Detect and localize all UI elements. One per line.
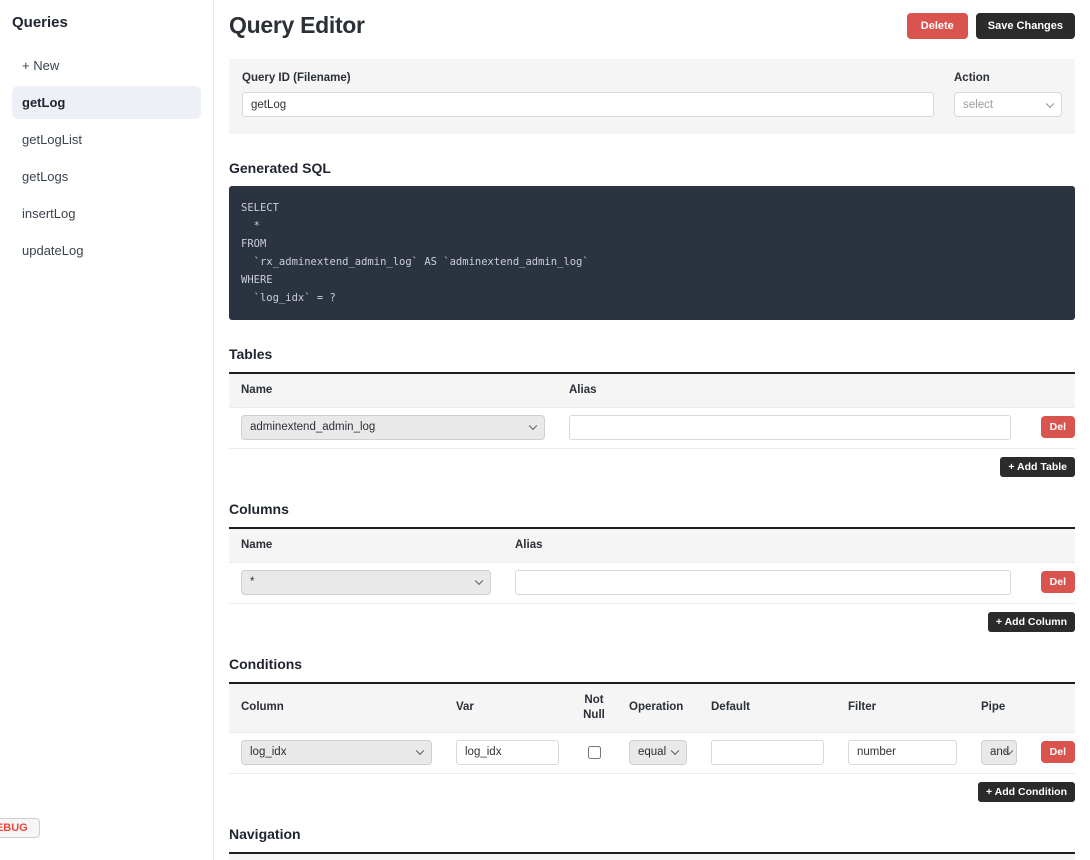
add-table-button[interactable]: + Add Table xyxy=(1000,456,1075,477)
sql-line: FROM xyxy=(241,238,267,250)
condition-operation-select[interactable]: equal xyxy=(629,739,687,765)
condition-var-input[interactable] xyxy=(456,739,559,765)
sidebar-title: Queries xyxy=(12,14,68,31)
table-name-select[interactable]: adminextend_admin_log xyxy=(241,414,545,440)
generated-sql-title: Generated SQL xyxy=(229,160,331,176)
navigation-header-var: Var xyxy=(402,854,574,860)
chevron-down-icon xyxy=(474,576,484,586)
tables-section-title: Tables xyxy=(229,346,273,362)
chevron-down-icon xyxy=(1045,99,1055,108)
navigation-section-title: Navigation xyxy=(229,825,301,842)
action-label: Action xyxy=(954,72,990,84)
conditions-header-filter: Filter xyxy=(848,701,877,714)
columns-table: Name Alias * Del xyxy=(229,526,1075,604)
condition-delete-button[interactable]: Del xyxy=(1040,741,1075,764)
tables-table: Name Alias adminextend_admin_log Del xyxy=(229,372,1075,449)
generated-sql-block: SELECT * FROM `rx_adminextend_admin_log`… xyxy=(229,186,1075,320)
tables-header-row: Name Alias xyxy=(229,374,1075,408)
sql-line: * xyxy=(241,220,260,232)
table-alias-input[interactable] xyxy=(569,414,1011,440)
chevron-down-icon xyxy=(415,746,425,756)
table-row: adminextend_admin_log Del xyxy=(229,408,1075,449)
sql-line: SELECT xyxy=(241,202,279,214)
action-select[interactable]: select xyxy=(954,92,1062,117)
sidebar-item-updatelog[interactable]: updateLog xyxy=(12,234,201,267)
column-name-select-value: * xyxy=(250,576,255,589)
condition-pipe-select[interactable]: and xyxy=(981,739,1017,765)
sql-line: `rx_adminextend_admin_log` AS `adminexte… xyxy=(241,256,589,268)
columns-section-title: Columns xyxy=(229,500,289,517)
table-delete-button[interactable]: Del xyxy=(1040,416,1075,439)
tables-header-name: Name xyxy=(241,384,273,396)
topbar-buttons: Delete Save Changes xyxy=(906,12,1075,39)
conditions-header-var: Var xyxy=(456,701,474,714)
column-row: * Del xyxy=(229,563,1075,604)
columns-header-alias: Alias xyxy=(515,538,543,551)
conditions-header-column: Column xyxy=(241,701,284,714)
conditions-section-title: Conditions xyxy=(229,655,303,672)
column-delete-button[interactable]: Del xyxy=(1040,571,1075,594)
conditions-header-operation: Operation xyxy=(629,701,684,714)
query-id-input[interactable] xyxy=(242,92,934,117)
query-id-field-group: Query ID (Filename) xyxy=(242,72,934,117)
sidebar-item-getloglist[interactable]: getLogList xyxy=(12,123,201,156)
column-name-select[interactable]: * xyxy=(241,569,491,595)
condition-filter-input[interactable] xyxy=(848,739,957,765)
add-condition-button[interactable]: + Add Condition xyxy=(978,781,1075,802)
navigation-header-default: Default xyxy=(574,854,820,860)
navigation-header-tag: Tag xyxy=(229,854,402,860)
chevron-down-icon xyxy=(528,421,538,431)
sql-line: WHERE xyxy=(241,274,273,286)
condition-row: log_idx equal xyxy=(229,733,1075,774)
topbar: Query Editor Delete Save Changes xyxy=(229,12,1075,39)
conditions-table: Column Var Not Null Operation Default Fi… xyxy=(229,681,1075,774)
columns-header-row: Name Alias xyxy=(229,528,1075,563)
queries-sidebar: Queries + New getLog getLogList getLogs … xyxy=(0,0,214,860)
navigation-header-row: Tag Var Default Order xyxy=(229,853,1075,860)
navigation-header-order: Order xyxy=(820,854,1075,860)
debug-badge[interactable]: DEBUG xyxy=(0,818,40,838)
tables-header-alias: Alias xyxy=(569,384,597,396)
delete-button[interactable]: Delete xyxy=(906,12,968,39)
main-content: Query Editor Delete Save Changes Query I… xyxy=(214,0,1090,860)
app-window: Queries + New getLog getLogList getLogs … xyxy=(0,0,1090,860)
sql-line: `log_idx` = ? xyxy=(241,292,336,304)
conditions-header-pipe: Pipe xyxy=(981,701,1006,714)
not-null-checkbox[interactable] xyxy=(587,745,601,759)
page-title: Query Editor xyxy=(229,12,365,38)
new-query-button[interactable]: + New xyxy=(12,49,201,82)
action-field-group: Action select xyxy=(954,72,1062,117)
condition-column-select[interactable]: log_idx xyxy=(241,739,432,765)
conditions-header-notnull: Not Null xyxy=(583,693,605,721)
query-id-panel: Query ID (Filename) Action select xyxy=(229,59,1075,134)
condition-default-input[interactable] xyxy=(711,739,824,765)
table-name-select-value: adminextend_admin_log xyxy=(250,421,376,434)
add-column-button[interactable]: + Add Column xyxy=(987,611,1075,632)
columns-header-name: Name xyxy=(241,538,273,551)
sidebar-item-getlog[interactable]: getLog xyxy=(12,86,201,119)
condition-operation-select-value: equal xyxy=(638,746,667,759)
column-alias-input[interactable] xyxy=(515,569,1011,595)
conditions-header-default: Default xyxy=(711,701,750,714)
save-changes-button[interactable]: Save Changes xyxy=(975,12,1075,39)
condition-column-select-value: log_idx xyxy=(250,746,287,759)
navigation-table: Tag Var Default Order xyxy=(229,851,1075,860)
sidebar-item-insertlog[interactable]: insertLog xyxy=(12,197,201,230)
query-id-label: Query ID (Filename) xyxy=(242,72,351,84)
chevron-down-icon xyxy=(670,746,680,756)
sidebar-item-getlogs[interactable]: getLogs xyxy=(12,160,201,193)
conditions-header-row: Column Var Not Null Operation Default Fi… xyxy=(229,683,1075,733)
action-select-value: select xyxy=(963,98,994,111)
